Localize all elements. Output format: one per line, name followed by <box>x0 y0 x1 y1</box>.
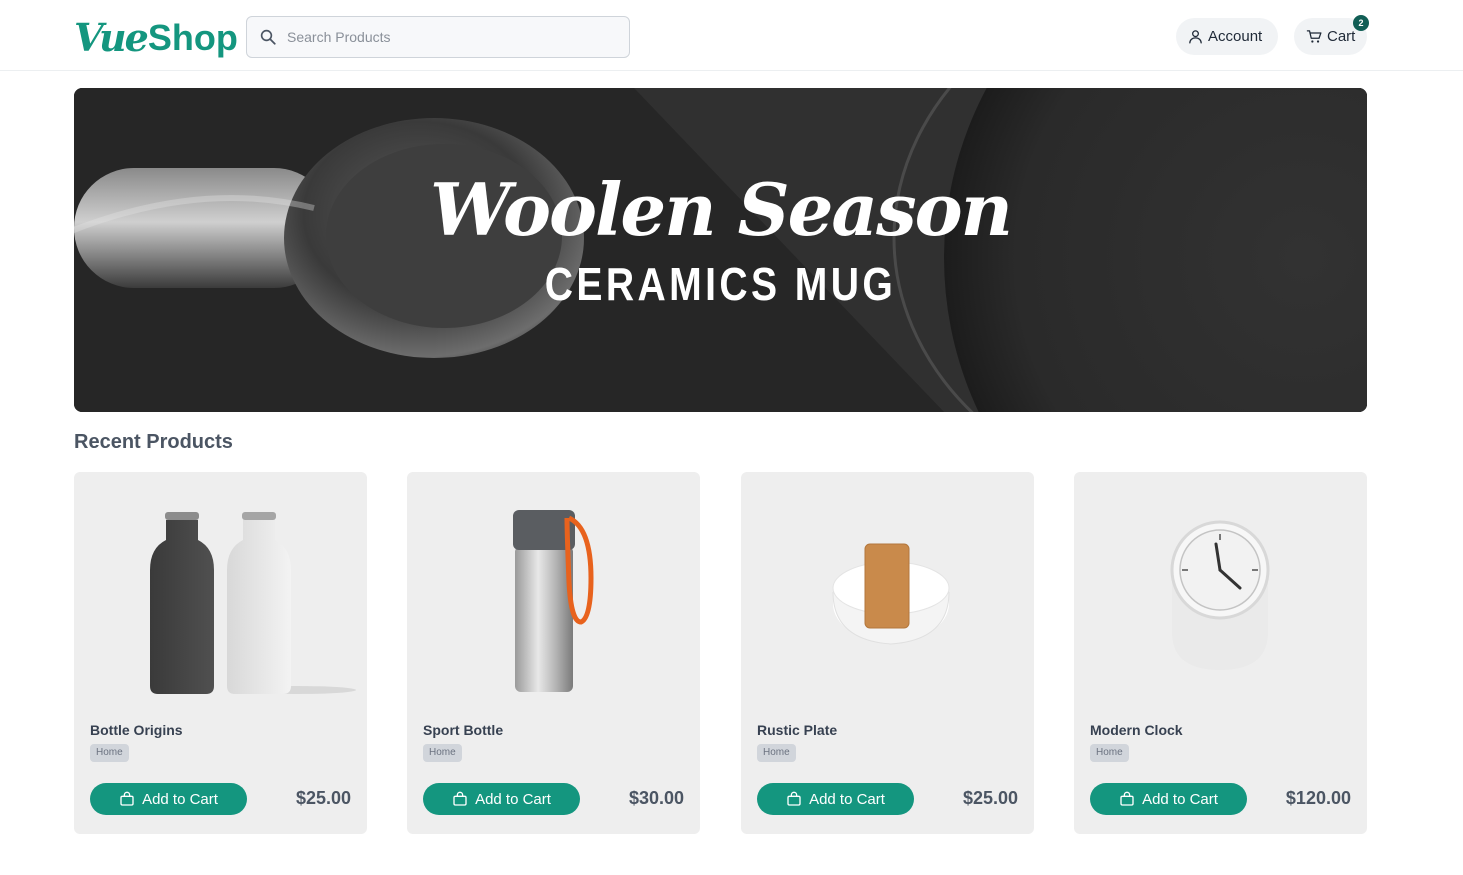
product-name[interactable]: Modern Clock <box>1090 722 1183 738</box>
search-icon <box>260 29 276 45</box>
product-image <box>832 543 950 645</box>
shopping-bag-icon <box>787 791 801 806</box>
product-price: $30.00 <box>628 788 684 808</box>
add-to-cart-button[interactable]: Add to Cart <box>1090 783 1247 815</box>
product-price: $25.00 <box>295 788 351 808</box>
site-header: Vue Shop Account Cart 2 <box>0 0 1463 71</box>
logo-shop-text: Shop <box>147 17 238 58</box>
shopping-bag-icon <box>120 791 134 806</box>
category-tag: Home <box>90 744 129 762</box>
logo-vue-text: Vue <box>74 15 149 60</box>
product-image <box>1170 520 1270 670</box>
product-price: $25.00 <box>962 788 1018 808</box>
product-card[interactable]: Bottle Origins Home Add to Cart $25.00 <box>74 472 367 834</box>
search-input[interactable] <box>287 29 607 45</box>
add-to-cart-label: Add to Cart <box>809 790 885 808</box>
product-card[interactable]: Modern Clock Home Add to Cart $120.00 <box>1074 472 1367 834</box>
product-image <box>150 512 356 694</box>
cart-icon <box>1306 30 1322 43</box>
site-logo[interactable]: Vue Shop <box>74 14 238 58</box>
category-tag: Home <box>423 744 462 762</box>
product-name[interactable]: Rustic Plate <box>757 722 837 738</box>
shopping-bag-icon <box>1120 791 1134 806</box>
hero-title: Woolen Season <box>430 167 1013 252</box>
search-bar[interactable] <box>246 16 630 58</box>
product-card[interactable]: Rustic Plate Home Add to Cart $25.00 <box>741 472 1034 834</box>
add-to-cart-button[interactable]: Add to Cart <box>757 783 914 815</box>
hero-banner[interactable]: Woolen Season CERAMICS MUG <box>74 88 1367 412</box>
recent-products-heading: Recent Products <box>74 431 233 453</box>
cart-label: Cart <box>1327 28 1356 45</box>
category-tag: Home <box>1090 744 1129 762</box>
hero-subtitle: CERAMICS MUG <box>544 258 897 310</box>
shopping-bag-icon <box>453 791 467 806</box>
product-image <box>513 510 594 692</box>
category-tag: Home <box>757 744 796 762</box>
add-to-cart-button[interactable]: Add to Cart <box>90 783 247 815</box>
product-name[interactable]: Sport Bottle <box>423 722 503 738</box>
account-label: Account <box>1208 28 1263 45</box>
product-price: $120.00 <box>1285 788 1351 808</box>
add-to-cart-label: Add to Cart <box>142 790 218 808</box>
product-card[interactable]: Sport Bottle Home Add to Cart $30.00 <box>407 472 700 834</box>
user-icon <box>1189 30 1202 44</box>
cart-count-badge: 2 <box>1353 15 1369 31</box>
add-to-cart-label: Add to Cart <box>1142 790 1218 808</box>
product-name[interactable]: Bottle Origins <box>90 722 183 738</box>
account-button[interactable]: Account <box>1176 18 1278 55</box>
add-to-cart-label: Add to Cart <box>475 790 551 808</box>
add-to-cart-button[interactable]: Add to Cart <box>423 783 580 815</box>
